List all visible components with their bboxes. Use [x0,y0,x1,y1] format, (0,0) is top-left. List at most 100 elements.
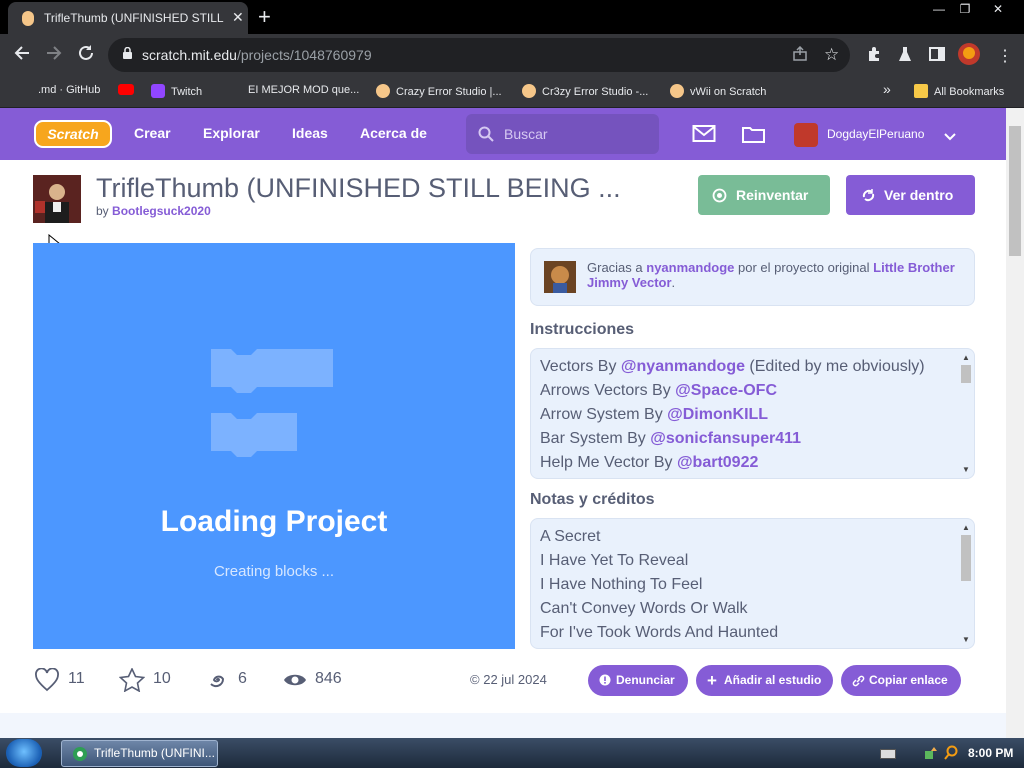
note-line: A Secret [540,528,601,545]
copy-link-button[interactable]: Copiar enlace [841,665,961,696]
bookmark-cr3zy-error[interactable]: Cr3zy Error Studio -... [522,84,648,98]
scroll-down-icon[interactable]: ▼ [962,635,970,644]
scroll-up-icon[interactable]: ▲ [962,523,970,532]
forward-icon[interactable] [45,44,63,67]
project-page: TrifleThumb (UNFINISHED STILL BEING ... … [0,160,1006,738]
bookmark-mod[interactable]: EI MEJOR MOD que... [248,84,359,96]
love-heart-icon[interactable] [34,668,60,692]
favorite-star-icon[interactable] [119,668,145,692]
messages-icon[interactable] [692,124,716,149]
profile-avatar-icon[interactable] [958,43,980,69]
nav-explore[interactable]: Explorar [203,125,260,141]
mention-link[interactable]: @bart0922 [677,454,758,471]
window-close-button[interactable]: ✕ [983,0,1013,18]
report-label: Denunciar [616,673,675,687]
network-icon[interactable] [924,745,938,761]
scroll-up-icon[interactable]: ▲ [962,353,970,362]
scroll-down-icon[interactable]: ▼ [962,465,970,474]
credit-user-link[interactable]: nyanmandoge [646,260,734,275]
remix-credit-box: Gracias a nyanmandoge por el proyecto or… [530,248,975,306]
note-line: I Have Yet To Reveal [540,552,689,569]
extensions-icon[interactable] [866,46,882,66]
instruction-line: Arrows Vectors By @Space-OFC [540,382,777,400]
youtube-icon[interactable] [118,84,140,97]
original-author-avatar[interactable] [544,261,576,293]
system-clock[interactable]: 8:00 PM [968,746,1013,760]
author-avatar[interactable] [33,175,81,223]
remix-button[interactable]: Reinventar [698,175,830,215]
instructions-box[interactable]: Vectors By @nyanmandoge (Edited by me ob… [530,348,975,479]
project-stage[interactable]: Loading Project Creating blocks ... [33,243,515,649]
bookmark-crazy-error[interactable]: Crazy Error Studio |... [376,84,502,98]
user-avatar[interactable] [794,123,818,147]
new-tab-button[interactable]: + [258,4,271,30]
nav-create[interactable]: Crear [134,125,171,141]
nav-ideas[interactable]: Ideas [292,125,328,141]
scroll-thumb[interactable] [961,535,971,581]
scratch-logo[interactable]: Scratch [34,120,112,148]
bookmark-vwii[interactable]: vWii on Scratch [670,84,766,98]
my-stuff-folder-icon[interactable] [741,124,766,149]
keyboard-icon[interactable] [880,749,896,759]
instruction-line: Bar System By @sonicfansuper411 [540,430,801,448]
remix-spiral-icon [210,675,225,688]
mention-link[interactable]: @sonicfansuper411 [650,430,801,447]
by-label: by [96,204,109,218]
start-button[interactable] [6,739,42,767]
reload-icon[interactable] [77,44,95,67]
bookmark-label: EI MEJOR MOD que... [248,84,360,96]
credit-middle: por el proyecto original [738,260,870,275]
nav-about[interactable]: Acerca de [360,125,427,141]
see-inside-button[interactable]: Ver dentro [846,175,975,215]
bookmark-twitch[interactable]: Twitch [151,84,202,98]
back-icon[interactable] [13,44,31,67]
bookmark-star-icon[interactable]: ☆ [824,45,839,65]
mention-link[interactable]: @Space-OFC [675,382,777,399]
scratch-cat-icon [376,84,390,98]
all-bookmarks[interactable]: All Bookmarks [914,84,1004,98]
search-tray-icon[interactable] [944,745,958,761]
bookmark-label: Twitch [171,86,203,98]
twitch-icon [151,84,165,98]
chevron-down-icon[interactable] [944,129,956,147]
side-panel-icon[interactable] [929,46,945,66]
lock-icon [123,47,132,59]
tab-title: TrifleThumb (UNFINISHED STILL BEING [44,11,224,25]
restore-button[interactable]: ❐ [950,0,980,18]
notes-scrollbar[interactable]: ▲ ▼ [958,519,974,648]
link-icon [852,675,865,687]
project-title: TrifleThumb (UNFINISHED STILL BEING ... [96,173,621,203]
bookmark-github[interactable]: .md · GitHub [38,84,100,96]
taskbar-browser-item[interactable]: TrifleThumb (UNFINI... [61,740,218,767]
page-scroll-thumb[interactable] [1009,126,1021,256]
tab-close-icon[interactable]: ✕ [232,9,244,26]
scratch-cat-icon [22,11,34,26]
bookmark-label: Crazy Error Studio |... [396,86,502,98]
report-button[interactable]: Denunciar [588,665,688,696]
browser-tab[interactable]: TrifleThumb (UNFINISHED STILL BEING ✕ [8,2,248,34]
page-scrollbar[interactable] [1006,108,1024,738]
search-placeholder: Buscar [504,126,548,142]
add-to-studio-button[interactable]: + Añadir al estudio [696,665,833,696]
report-icon [599,674,611,686]
instruction-text: Arrows Vectors By [540,382,676,399]
scroll-thumb[interactable] [961,365,971,383]
notes-box[interactable]: A Secret I Have Yet To Reveal I Have Not… [530,518,975,649]
more-bookmarks-icon[interactable]: » [883,81,891,97]
username[interactable]: DogdayElPeruano [827,127,924,141]
mention-link[interactable]: @nyanmandoge [621,358,745,375]
share-date: © 22 jul 2024 [470,672,547,687]
labs-flask-icon[interactable] [898,46,912,66]
instruction-after: (Edited by me obviously) [744,358,925,375]
search-input[interactable]: Buscar [466,114,659,154]
browser-menu-icon[interactable]: ⋮ [997,46,1013,66]
view-count: 846 [315,670,342,687]
mention-link[interactable]: @DimonKILL [667,406,768,423]
note-line: For I've Took Words And Haunted [540,624,779,641]
instructions-scrollbar[interactable]: ▲ ▼ [958,349,974,478]
address-bar[interactable]: scratch.mit.edu/projects/1048760979 ☆ [108,38,850,72]
share-icon[interactable] [792,45,808,66]
author-link[interactable]: Bootlegsuck2020 [112,204,211,218]
loading-title: Loading Project [160,505,388,538]
bookmarks-bar: .md · GitHub Twitch EI MEJOR MOD que... … [0,76,1024,108]
